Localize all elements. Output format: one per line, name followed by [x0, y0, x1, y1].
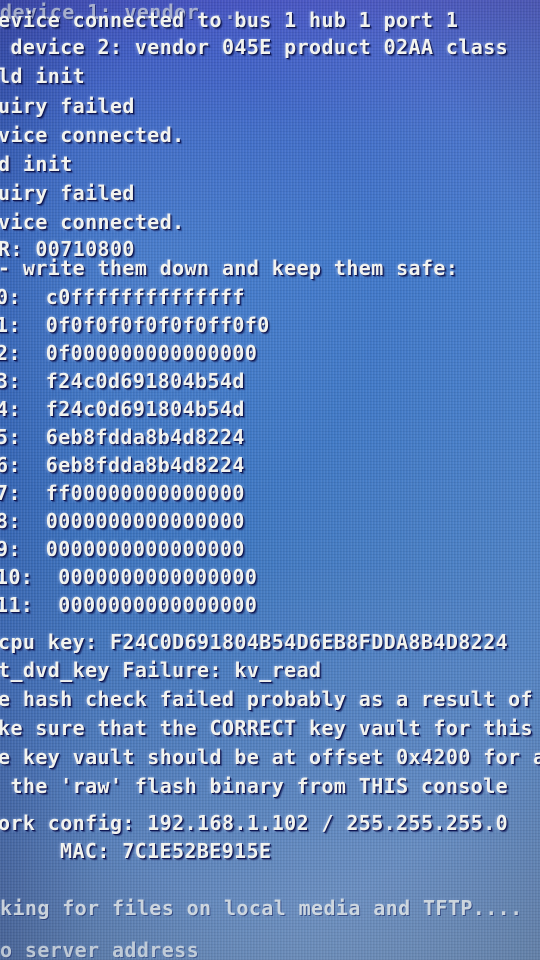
console-line-kv-07: 7: ff00000000000000 [0, 481, 245, 505]
console-line-kv-00: 0: c0ffffffffffffff [0, 285, 245, 309]
console-line-kv-09: 9: 0000000000000000 [0, 537, 245, 561]
console-output: device 1: vendor ... evice connected to b… [0, 0, 540, 960]
console-line-usb-device-2: device 2: vendor 045E product 02AA class [0, 35, 509, 59]
console-line-mac-address: MAC: 7C1E52BE915E [60, 839, 272, 863]
console-line-kv-offset-hint: e key vault should be at offset 0x4200 f… [0, 745, 540, 769]
console-line-kv-02: 2: 0f000000000000000 [0, 341, 258, 365]
console-line-device-connected-2: vice connected. [0, 210, 185, 234]
console-line-write-down-notice: - write them down and keep them safe: [0, 256, 459, 280]
console-line-kv-03: 3: f24c0d691804b54d [0, 369, 245, 393]
console-line-hid-init-2: d init [0, 152, 73, 176]
console-line-make-sure-correct-kv: ke sure that the CORRECT key vault for t… [0, 716, 533, 740]
crt-screen-photo: device 1: vendor ... evice connected to b… [0, 0, 540, 960]
console-line-inquiry-failed-1: uiry failed [0, 94, 135, 118]
console-line-cpu-key: cpu key: F24C0D691804B54D6EB8FDDA8B4D822… [0, 630, 509, 654]
console-line-hash-check-failed: e hash check failed probably as a result… [0, 687, 533, 711]
console-line-kv-10: 10: 0000000000000000 [0, 565, 258, 589]
console-line-kv-04: 4: f24c0d691804b54d [0, 397, 245, 421]
console-line-kv-01: 1: 0f0f0f0f0f0f0ff0f0 [0, 313, 270, 337]
console-line-looking-for-files: king for files on local media and TFTP..… [0, 896, 523, 920]
console-line-device-connected-1: vice connected. [0, 123, 185, 147]
console-line-usb-connected-bus1: evice connected to bus 1 hub 1 port 1 [0, 8, 459, 32]
console-line-inquiry-failed-2: uiry failed [0, 181, 135, 205]
console-line-kv-06: 6: 6eb8fdda8b4d8224 [0, 453, 245, 477]
console-line-network-config: ork config: 192.168.1.102 / 255.255.255.… [0, 811, 509, 835]
console-line-kv-05: 5: 6eb8fdda8b4d8224 [0, 425, 245, 449]
console-line-server-address: o server address [0, 938, 200, 960]
console-line-kv-11: 11: 0000000000000000 [0, 593, 258, 617]
console-line-dvd-key-failure: t_dvd_key Failure: kv_read [0, 658, 322, 682]
console-line-raw-flash-hint: the 'raw' flash binary from THIS console [0, 774, 509, 798]
console-line-hid-init-1: ld init [0, 64, 86, 88]
console-line-kv-08: 8: 0000000000000000 [0, 509, 245, 533]
